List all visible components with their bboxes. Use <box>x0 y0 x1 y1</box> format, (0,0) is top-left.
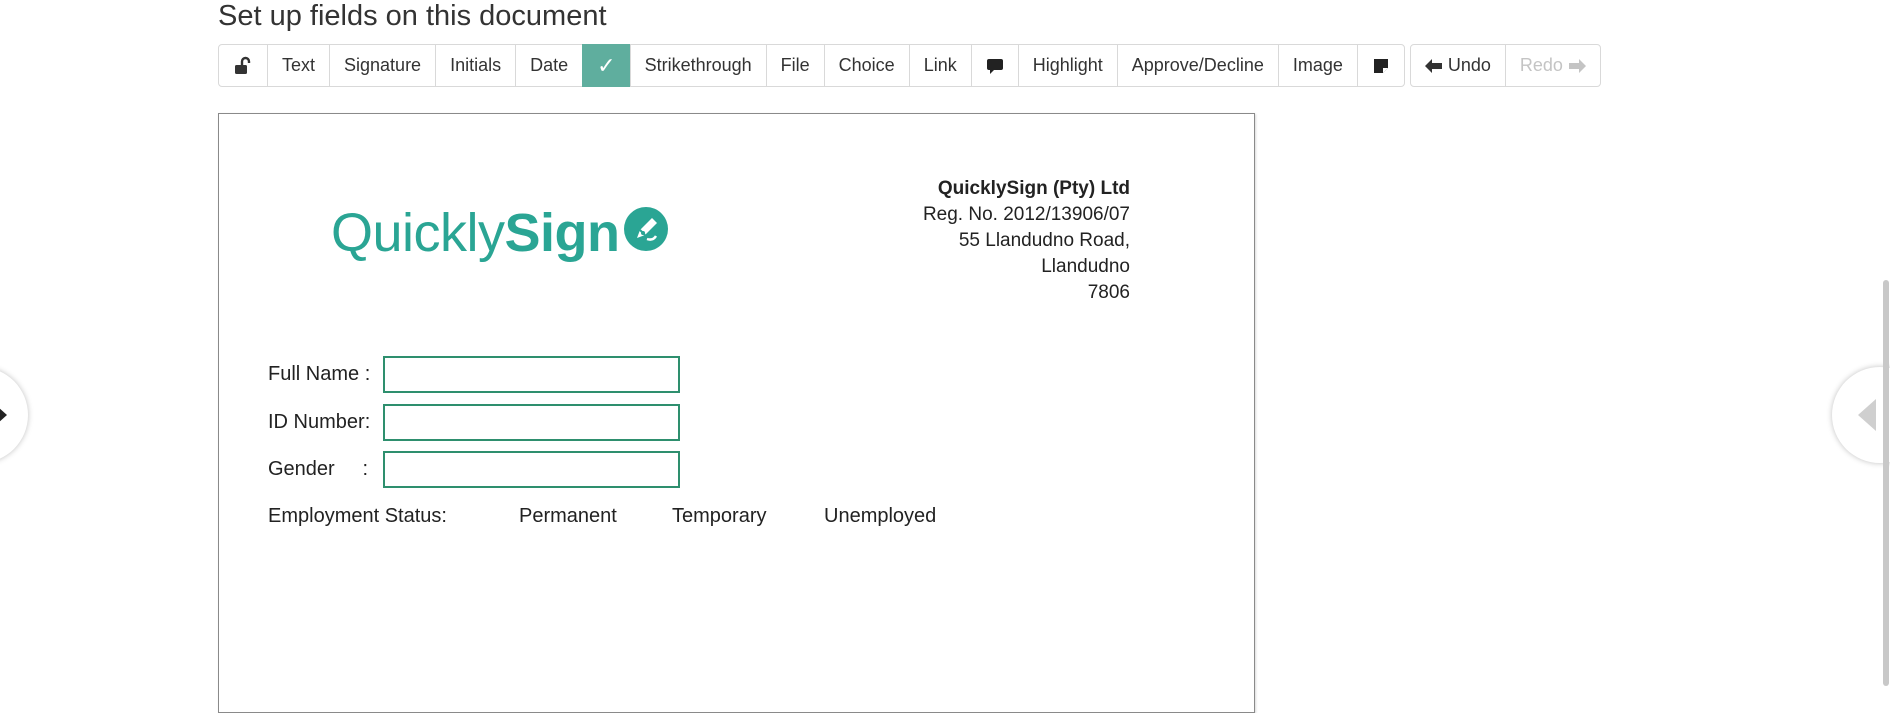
full-name-label: Full Name : <box>268 363 371 385</box>
highlight-field-button[interactable]: Highlight <box>1017 44 1118 87</box>
company-name: QuicklySign (Pty) Ltd <box>937 178 1130 199</box>
link-field-button[interactable]: Link <box>908 44 972 87</box>
text-field-button[interactable]: Text <box>267 44 331 87</box>
gender-label: Gender : <box>268 458 369 480</box>
undo-button[interactable]: Undo <box>1409 44 1506 87</box>
company-postcode: 7806 <box>1087 282 1130 303</box>
full-name-field[interactable] <box>383 356 680 393</box>
option-temporary: Temporary <box>672 505 767 527</box>
option-unemployed: Unemployed <box>824 505 937 527</box>
pen-logo-icon <box>623 206 669 261</box>
history-group: Undo Redo <box>1409 44 1601 87</box>
logo-text-light: Quickly <box>331 202 505 263</box>
field-toolbar: Text Signature Initials Date ✓ Strikethr… <box>218 44 1601 87</box>
right-panel-toggle[interactable] <box>1832 367 1890 463</box>
option-permanent: Permanent <box>519 505 617 527</box>
employment-status-label: Employment Status: <box>268 505 447 527</box>
unlock-icon <box>233 56 253 76</box>
checkbox-field-button[interactable]: ✓ <box>582 44 631 87</box>
image-field-button[interactable]: Image <box>1277 44 1358 87</box>
choice-field-button[interactable]: Choice <box>823 44 910 87</box>
id-number-field[interactable] <box>383 404 680 441</box>
signature-field-button[interactable]: Signature <box>329 44 437 87</box>
arrow-right-icon <box>1568 58 1586 73</box>
approve-decline-field-button[interactable]: Approve/Decline <box>1116 44 1279 87</box>
initials-field-button[interactable]: Initials <box>435 44 517 87</box>
sticky-note-field-button[interactable] <box>1356 44 1405 87</box>
company-address-line1: 55 Llandudno Road, <box>958 230 1130 251</box>
lock-toggle-button[interactable] <box>218 44 268 87</box>
comment-field-button[interactable] <box>970 44 1019 87</box>
comment-icon <box>986 57 1004 75</box>
gender-field[interactable] <box>383 451 680 488</box>
sticky-note-icon <box>1372 57 1390 75</box>
chevron-left-icon <box>1858 399 1876 436</box>
redo-label: Redo <box>1519 55 1563 75</box>
arrow-left-icon <box>1424 58 1443 73</box>
strikethrough-field-button[interactable]: Strikethrough <box>629 44 767 87</box>
id-number-label: ID Number: <box>268 411 371 433</box>
chevron-right-icon <box>0 407 8 428</box>
company-address-line2: Llandudno <box>1041 256 1130 277</box>
date-field-button[interactable]: Date <box>515 44 584 87</box>
document-page[interactable]: Quickly Sign QuicklySign (Pty) Ltd Reg. N… <box>218 113 1255 713</box>
page-scrollbar[interactable] <box>1883 280 1889 686</box>
field-type-group: Text Signature Initials Date ✓ Strikethr… <box>218 44 1405 87</box>
quicklysign-logo: Quickly Sign <box>331 204 669 261</box>
undo-label: Undo <box>1447 55 1491 75</box>
company-details: QuicklySign (Pty) Ltd Reg. No. 2012/1390… <box>923 176 1130 306</box>
page-title: Set up fields on this document <box>218 0 607 32</box>
logo-text-bold: Sign <box>504 202 621 263</box>
company-reg-number: Reg. No. 2012/13906/07 <box>922 204 1130 225</box>
file-field-button[interactable]: File <box>765 44 825 87</box>
redo-button[interactable]: Redo <box>1504 44 1601 87</box>
left-panel-toggle[interactable] <box>0 367 28 463</box>
